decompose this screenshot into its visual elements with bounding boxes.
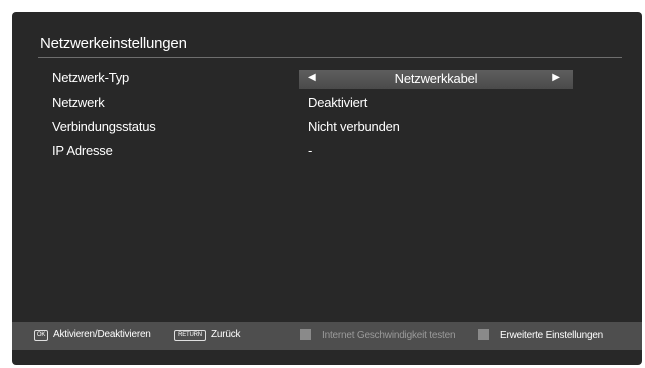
setting-row-network[interactable]: Netzwerk Deaktiviert (52, 95, 612, 115)
setting-label-network-type: Netzwerk-Typ (52, 70, 130, 85)
grey-key-icon (478, 329, 489, 340)
setting-label-network: Netzwerk (52, 95, 105, 110)
return-key-icon: RETURN (174, 330, 206, 341)
setting-value-ip-address: - (308, 143, 313, 158)
setting-value-network: Deaktiviert (308, 95, 368, 110)
grey-key-icon (300, 329, 311, 340)
title-divider (38, 57, 622, 58)
setting-row-connection-status[interactable]: Verbindungsstatus Nicht verbunden (52, 119, 612, 139)
footer-speedtest-action[interactable]: Internet Geschwindigkeit testen (300, 329, 456, 341)
setting-label-ip-address: IP Adresse (52, 143, 113, 158)
footer-ok-action[interactable]: OK Aktivieren/Deaktivieren (34, 329, 151, 341)
footer-return-action[interactable]: RETURN Zurück (174, 329, 241, 341)
setting-row-ip-address[interactable]: IP Adresse - (52, 143, 612, 163)
return-action-label: Zurück (211, 329, 241, 340)
network-settings-panel: Netzwerkeinstellungen Netzwerk-Typ ◀ Net… (12, 12, 642, 365)
arrow-right-icon[interactable]: ▶ (552, 72, 560, 83)
advanced-settings-label: Erweiterte Einstellungen (500, 330, 604, 341)
speedtest-label: Internet Geschwindigkeit testen (322, 330, 456, 341)
network-type-value: Netzwerkkabel (394, 71, 478, 86)
network-type-selector[interactable]: ◀ Netzwerkkabel ▶ (299, 70, 573, 89)
footer-advanced-action[interactable]: Erweiterte Einstellungen (478, 329, 603, 341)
ok-key-icon: OK (34, 330, 48, 341)
page-title: Netzwerkeinstellungen (40, 35, 187, 52)
setting-label-connection-status: Verbindungsstatus (52, 119, 156, 134)
footer-bar: OK Aktivieren/Deaktivieren RETURN Zurück I… (12, 322, 642, 350)
setting-value-connection-status: Nicht verbunden (308, 119, 400, 134)
ok-action-label: Aktivieren/Deaktivieren (53, 329, 151, 340)
